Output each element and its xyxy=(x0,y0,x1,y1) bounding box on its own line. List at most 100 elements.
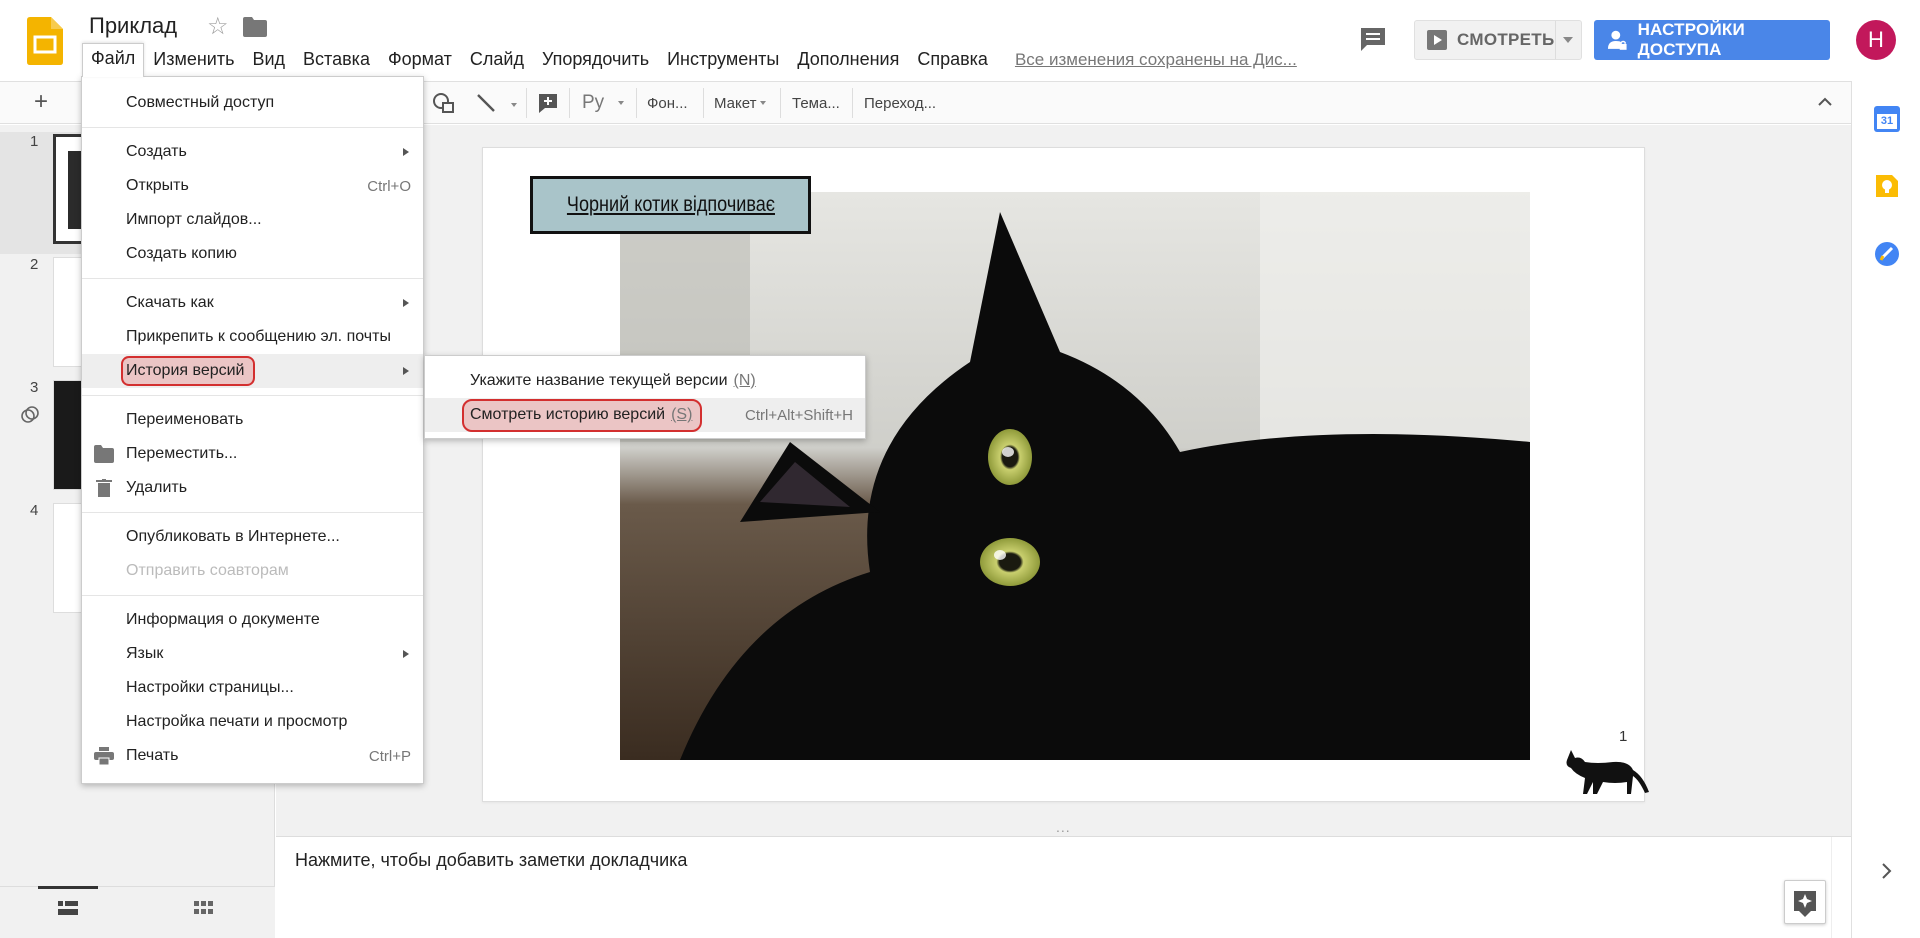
toolbar-separator xyxy=(569,88,570,118)
layout-label: Макет xyxy=(714,94,757,112)
filmstrip-view-tabs xyxy=(0,886,275,938)
menu-format[interactable]: Формат xyxy=(379,44,461,76)
font-label: Ру xyxy=(582,92,605,113)
trash-icon xyxy=(96,479,112,497)
menu-language[interactable]: Язык xyxy=(82,637,423,671)
cat-photo[interactable] xyxy=(620,192,1530,760)
toolbar-separator xyxy=(703,88,704,118)
keep-icon[interactable] xyxy=(1874,173,1900,199)
share-button[interactable]: НАСТРОЙКИ ДОСТУПА xyxy=(1594,20,1830,60)
version-history-submenu: Укажите название текущей версии (N) Смот… xyxy=(424,355,866,439)
collapse-toolbar-icon[interactable] xyxy=(1818,95,1832,109)
menu-help[interactable]: Справка xyxy=(908,44,997,76)
toolbar-separator xyxy=(526,88,527,118)
share-label: НАСТРОЙКИ ДОСТУПА xyxy=(1637,20,1745,59)
save-status-link[interactable]: Все изменения сохранены на Дис... xyxy=(1015,50,1297,70)
person-lock-icon xyxy=(1607,30,1627,50)
menu-page-setup[interactable]: Настройки страницы... xyxy=(82,671,423,705)
menu-arrange[interactable]: Упорядочить xyxy=(533,44,658,76)
header: Приклад ☆ Файл Изменить Вид Вставка Форм… xyxy=(0,0,1920,80)
side-panel: 31 xyxy=(1851,81,1920,938)
menu-separator xyxy=(82,595,423,596)
menu-see-version-history[interactable]: Смотреть историю версий (S) Ctrl+Alt+Shi… xyxy=(425,398,865,432)
slides-logo-icon[interactable] xyxy=(27,17,63,65)
menu-file[interactable]: Файл xyxy=(82,43,145,77)
slide-number: 1 xyxy=(30,133,39,150)
menu-rename[interactable]: Переименовать xyxy=(82,403,423,437)
menu-share[interactable]: Совместный доступ xyxy=(82,86,423,120)
printer-icon xyxy=(94,747,114,765)
shortcut: Ctrl+O xyxy=(367,177,411,195)
account-avatar[interactable]: Н xyxy=(1856,20,1896,60)
folder-icon xyxy=(94,445,114,463)
menu-open[interactable]: Открыть Ctrl+O xyxy=(82,169,423,203)
slide-number: 4 xyxy=(30,502,39,519)
speaker-notes-placeholder[interactable]: Нажмите, чтобы добавить заметки докладчи… xyxy=(295,850,687,871)
tasks-icon[interactable] xyxy=(1874,241,1900,267)
filmstrip-view-icon[interactable] xyxy=(57,899,79,917)
present-options-dropdown[interactable] xyxy=(1556,21,1581,59)
menu-import-slides[interactable]: Импорт слайдов... xyxy=(82,203,423,237)
notes-scrollbar[interactable] xyxy=(1831,837,1847,938)
font-dropdown[interactable]: Ру xyxy=(582,90,625,116)
shape-icon[interactable] xyxy=(432,92,456,114)
menu-separator xyxy=(82,278,423,279)
menu-separator xyxy=(82,512,423,513)
menu-email-attachment[interactable]: Прикрепить к сообщению эл. почты xyxy=(82,320,423,354)
calendar-icon[interactable]: 31 xyxy=(1874,106,1900,132)
active-view-indicator xyxy=(38,886,98,889)
menu-move[interactable]: Переместить... xyxy=(82,437,423,471)
transition-button[interactable]: Переход... xyxy=(864,90,936,116)
menu-version-history[interactable]: История версий xyxy=(82,354,423,388)
chevron-down-icon xyxy=(618,101,625,105)
menu-print-preview[interactable]: Настройка печати и просмотр xyxy=(82,705,423,739)
speaker-notes[interactable]: Нажмите, чтобы добавить заметки докладчи… xyxy=(276,837,1851,938)
line-icon[interactable] xyxy=(475,92,497,114)
shortcut: Ctrl+P xyxy=(368,747,411,765)
comments-icon[interactable] xyxy=(1359,26,1387,52)
theme-button[interactable]: Тема... xyxy=(792,90,840,116)
new-slide-button[interactable]: + xyxy=(34,90,48,114)
toolbar-separator xyxy=(636,88,637,118)
background-button[interactable]: Фон... xyxy=(647,90,688,116)
submenu-arrow-icon xyxy=(403,650,409,658)
menu-tools[interactable]: Инструменты xyxy=(658,44,788,76)
document-title[interactable]: Приклад xyxy=(89,13,177,39)
slide-canvas[interactable]: Чорний котик відпочиває 1 xyxy=(482,147,1649,802)
menu-edit[interactable]: Изменить xyxy=(144,44,243,76)
line-dropdown-icon[interactable] xyxy=(511,103,517,107)
menu-slide[interactable]: Слайд xyxy=(461,44,533,76)
menu-make-copy[interactable]: Создать копию xyxy=(82,237,423,271)
layout-dropdown[interactable]: Макет xyxy=(714,90,767,116)
submenu-arrow-icon xyxy=(403,299,409,307)
menu-create[interactable]: Создать xyxy=(82,135,423,169)
menu-insert[interactable]: Вставка xyxy=(294,44,379,76)
cat-silhouette-icon[interactable] xyxy=(1563,746,1651,798)
animation-icon xyxy=(21,406,39,423)
explore-icon xyxy=(1794,891,1816,917)
menu-name-current-version[interactable]: Укажите название текущей версии (N) xyxy=(425,364,865,398)
notes-resize-handle[interactable]: ... xyxy=(276,819,1851,837)
star-icon[interactable]: ☆ xyxy=(207,12,229,41)
menu-view[interactable]: Вид xyxy=(243,44,294,76)
grid-view-icon[interactable] xyxy=(192,899,214,917)
slide-number: 3 xyxy=(30,379,39,396)
slide-title-box[interactable]: Чорний котик відпочиває xyxy=(530,176,811,234)
submenu-arrow-icon xyxy=(403,148,409,156)
menu-separator xyxy=(82,127,423,128)
menu-publish[interactable]: Опубликовать в Интернете... xyxy=(82,520,423,554)
menu-download-as[interactable]: Скачать как xyxy=(82,286,423,320)
slide-number: 2 xyxy=(30,256,39,273)
present-label: СМОТРЕТЬ xyxy=(1457,30,1555,49)
folder-icon[interactable] xyxy=(243,17,267,37)
present-button[interactable]: СМОТРЕТЬ xyxy=(1415,21,1556,59)
menu-document-details[interactable]: Информация о документе xyxy=(82,603,423,637)
menu-addons[interactable]: Дополнения xyxy=(788,44,908,76)
menu-print[interactable]: Печать Ctrl+P xyxy=(82,739,423,773)
menu-email-collaborators: Отправить соавторам xyxy=(126,562,289,579)
insert-comment-icon[interactable] xyxy=(537,92,559,114)
expand-side-panel-icon[interactable] xyxy=(1879,861,1895,881)
menu-delete[interactable]: Удалить xyxy=(82,471,423,505)
explore-button[interactable] xyxy=(1784,880,1826,924)
shortcut: Ctrl+Alt+Shift+H xyxy=(745,406,853,424)
